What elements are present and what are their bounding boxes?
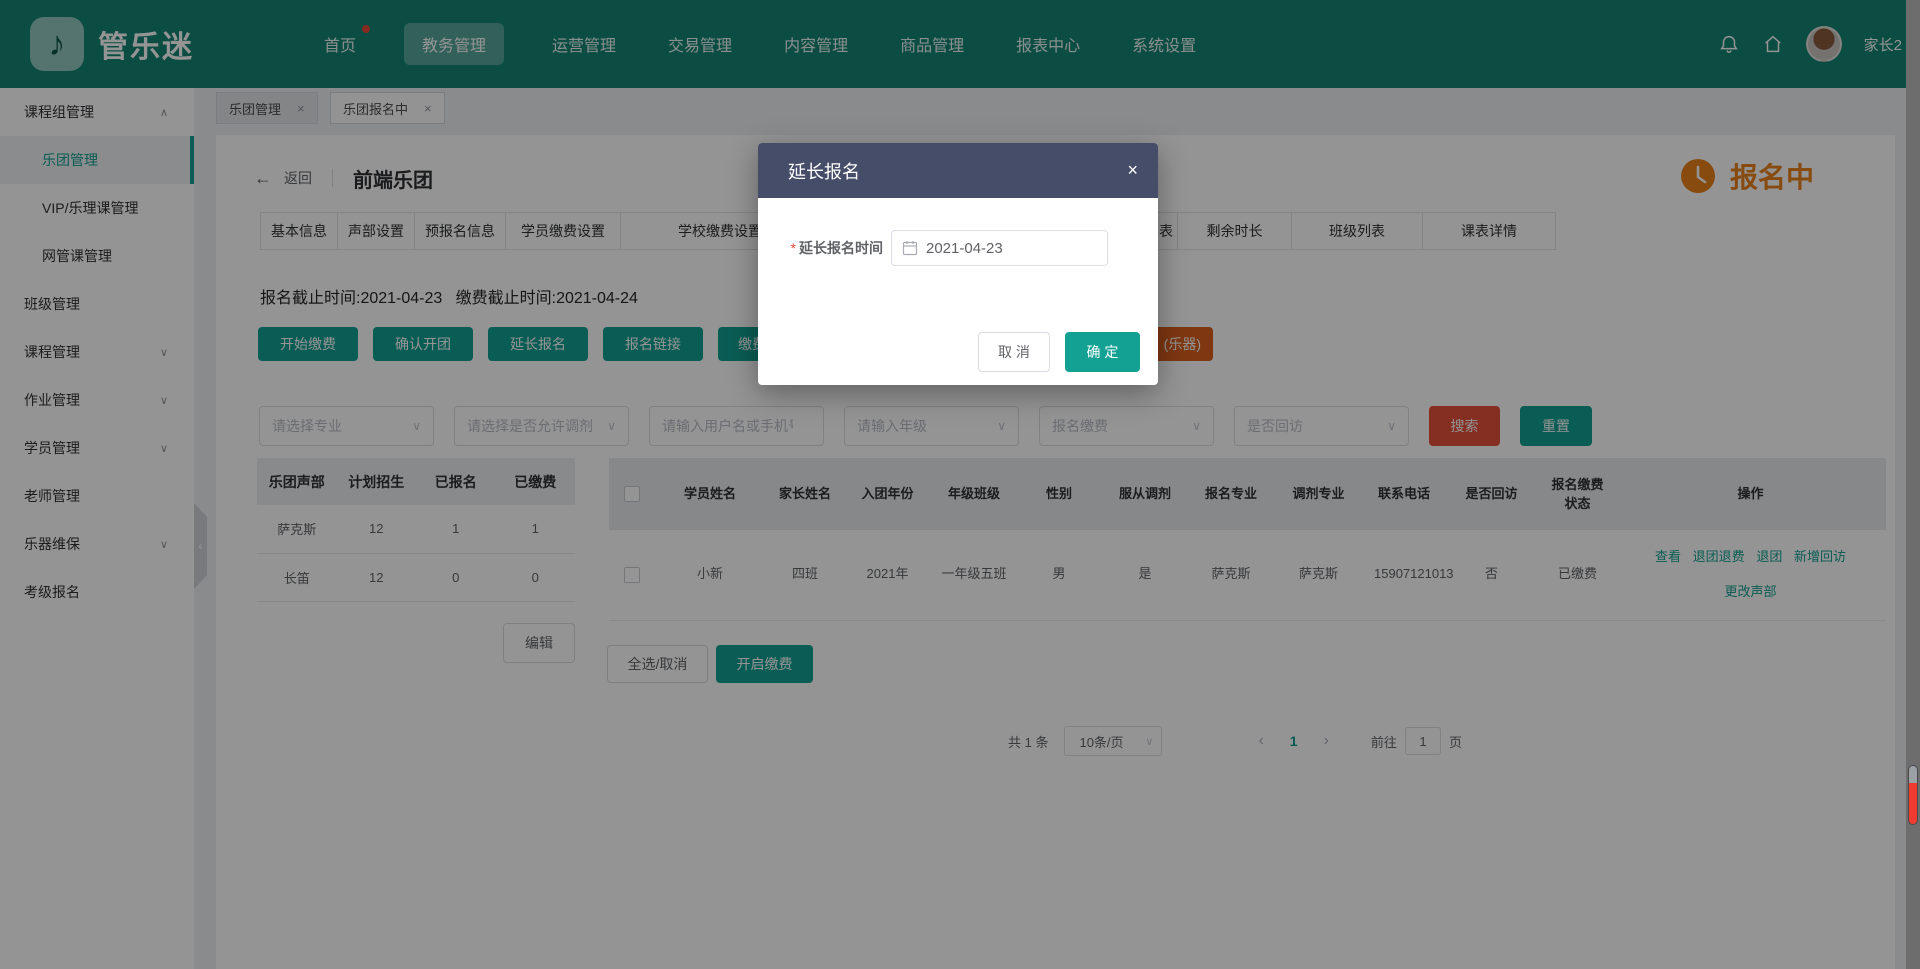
modal-form-row: *延长报名时间	[758, 230, 1158, 266]
date-input[interactable]	[926, 240, 1076, 257]
scrollbar-thumb[interactable]	[1908, 765, 1918, 825]
extend-signup-modal: 延长报名 × *延长报名时间 取 消 确 定	[758, 143, 1158, 385]
confirm-button[interactable]: 确 定	[1065, 332, 1140, 372]
calendar-icon	[902, 240, 918, 256]
scrollbar-thumb-red	[1909, 783, 1917, 825]
app-page: ♪ 管乐迷 首页 教务管理 运营管理 交易管理 内容管理 商品管理 报表中心 系…	[0, 0, 1920, 969]
field-label: *延长报名时间	[758, 238, 883, 258]
close-icon[interactable]: ×	[1127, 160, 1138, 181]
modal-header: 延长报名 ×	[758, 143, 1158, 198]
modal-footer: 取 消 确 定	[978, 332, 1140, 372]
date-picker[interactable]	[891, 230, 1108, 266]
scrollbar-track[interactable]	[1906, 0, 1920, 969]
modal-title: 延长报名	[788, 158, 860, 184]
required-asterisk: *	[791, 240, 796, 256]
scrollbar-thumb-grey	[1909, 766, 1917, 783]
cancel-button[interactable]: 取 消	[978, 332, 1050, 372]
